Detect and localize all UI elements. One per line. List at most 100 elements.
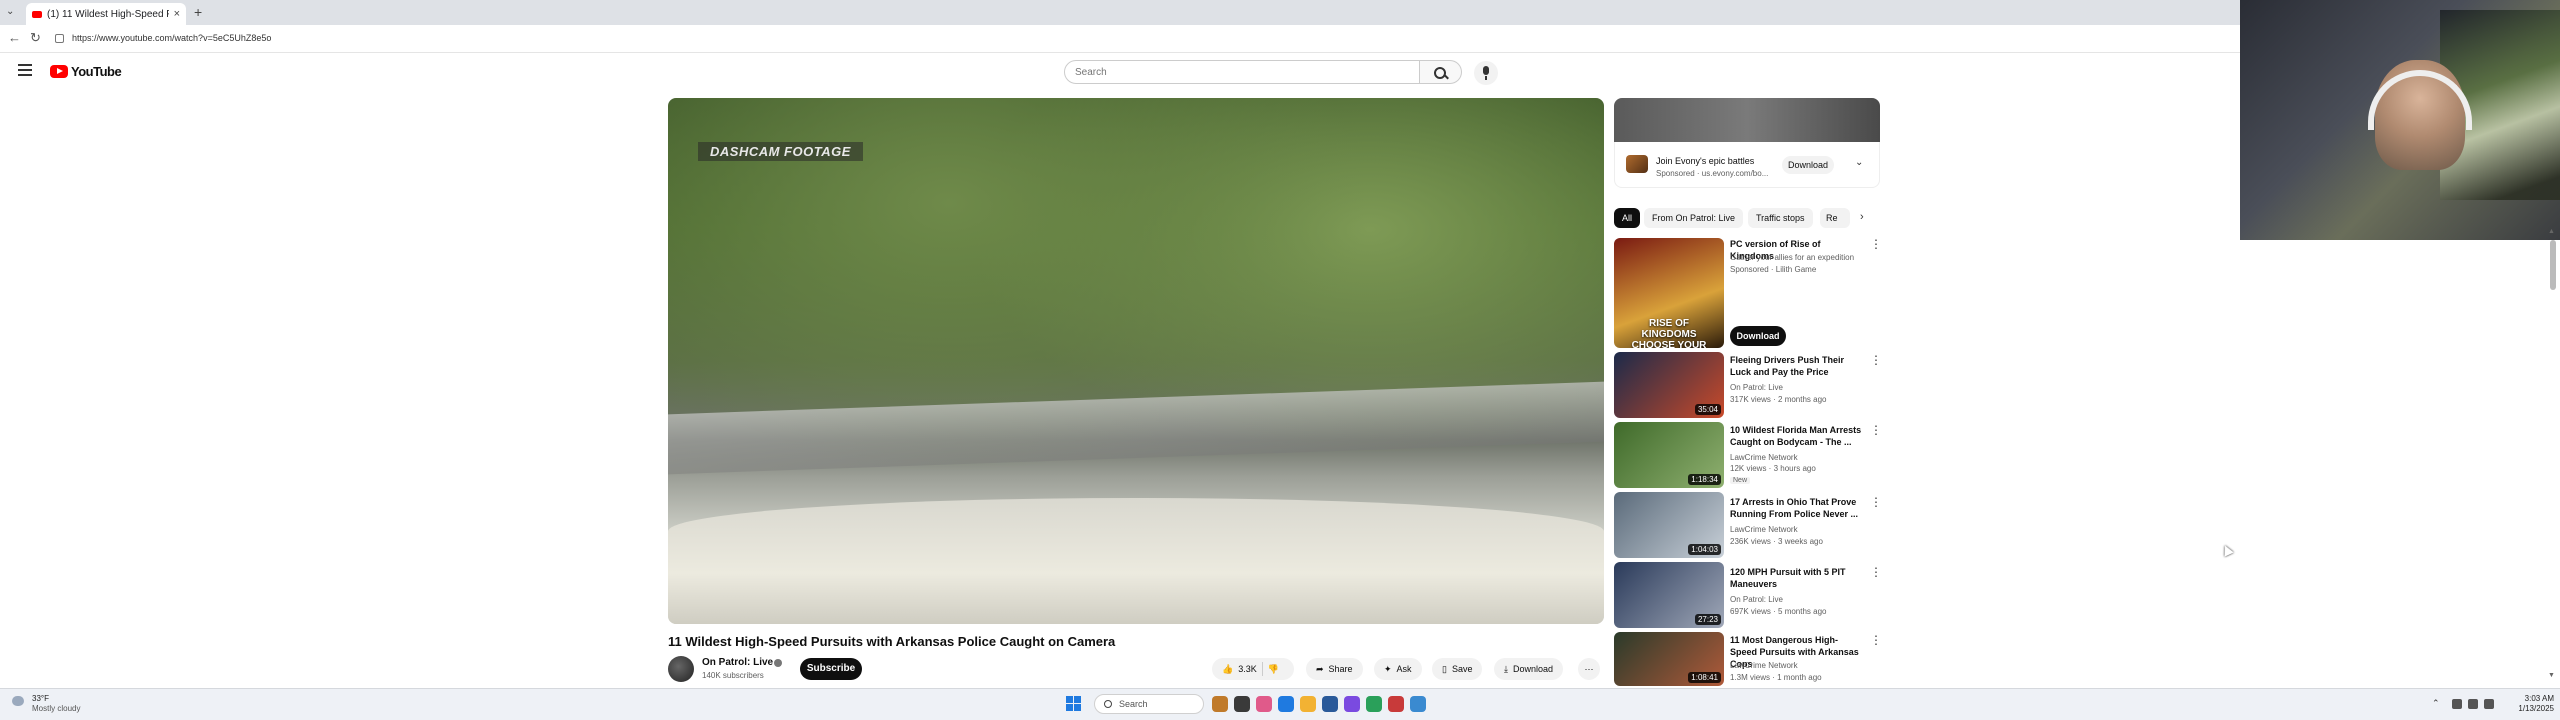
video-overlay-label: DASHCAM FOOTAGE bbox=[698, 142, 863, 161]
windows-start-icon[interactable] bbox=[1066, 696, 1081, 711]
rec-meta: 1.3M views · 1 month ago bbox=[1730, 673, 1822, 682]
ask-button[interactable]: ✦ Ask bbox=[1374, 658, 1422, 680]
rec-thumbnail[interactable]: 1:04:03 bbox=[1614, 492, 1724, 558]
site-info-icon[interactable] bbox=[55, 34, 64, 43]
rec-title[interactable]: 17 Arrests in Ohio That Prove Running Fr… bbox=[1730, 496, 1862, 520]
taskbar-app-icon[interactable] bbox=[1366, 696, 1382, 712]
youtube-logo-text[interactable]: YouTube bbox=[71, 64, 122, 79]
more-vert-icon[interactable]: ⋮ bbox=[1870, 496, 1882, 508]
taskbar-app-icon[interactable] bbox=[1410, 696, 1426, 712]
ad-logo-icon bbox=[1626, 155, 1648, 173]
taskbar-app-icon[interactable] bbox=[1234, 696, 1250, 712]
save-label: Save bbox=[1451, 664, 1473, 674]
rec-title[interactable]: 120 MPH Pursuit with 5 PIT Maneuvers bbox=[1730, 566, 1862, 590]
taskbar-app-icon[interactable] bbox=[1212, 696, 1228, 712]
new-tab-button[interactable]: + bbox=[194, 4, 202, 20]
weather-temperature[interactable]: 33°F bbox=[32, 694, 49, 703]
rec-download-button[interactable]: Download bbox=[1730, 326, 1786, 346]
subscribe-button[interactable]: Subscribe bbox=[800, 658, 862, 680]
scrollbar-thumb[interactable] bbox=[2550, 240, 2556, 290]
rec-channel[interactable]: LawCrime Network bbox=[1730, 524, 1798, 535]
rec-channel[interactable]: On Patrol: Live bbox=[1730, 382, 1783, 393]
weather-description[interactable]: Mostly cloudy bbox=[32, 704, 80, 713]
rec-description: Gather your allies for an expedition bbox=[1730, 253, 1855, 262]
save-button[interactable]: ▯ Save bbox=[1432, 658, 1483, 680]
more-actions-icon[interactable]: ⋯ bbox=[1578, 658, 1600, 680]
tab-list-button[interactable]: ⌄ bbox=[6, 6, 14, 17]
rec-thumbnail[interactable]: 1:18:34 bbox=[1614, 422, 1724, 488]
more-vert-icon[interactable]: ⋮ bbox=[1870, 634, 1882, 646]
rec-thumbnail[interactable]: 1:08:41 bbox=[1614, 632, 1724, 686]
more-vert-icon[interactable]: ⋮ bbox=[1870, 354, 1882, 366]
cloud-icon[interactable] bbox=[12, 696, 24, 706]
ad-download-button[interactable]: Download bbox=[1782, 156, 1834, 174]
hamburger-menu-icon[interactable] bbox=[18, 64, 32, 79]
reload-icon[interactable]: ↻ bbox=[30, 30, 41, 46]
chip-from-channel[interactable]: From On Patrol: Live bbox=[1644, 208, 1744, 228]
search-icon[interactable] bbox=[1420, 60, 1462, 84]
share-button[interactable]: ➦ Share bbox=[1306, 658, 1363, 680]
chevron-right-icon[interactable]: › bbox=[1860, 211, 1864, 223]
rec-duration: 27:23 bbox=[1694, 614, 1721, 625]
browser-tab-active[interactable]: (1) 11 Wildest High-Speed Pu × bbox=[26, 3, 186, 25]
rec-title[interactable]: Fleeing Drivers Push Their Luck and Pay … bbox=[1730, 354, 1862, 378]
rec-meta: 317K views · 2 months ago bbox=[1730, 395, 1827, 404]
scroll-down-arrow-icon[interactable]: ▼ bbox=[2548, 672, 2555, 679]
clock-time[interactable]: 3:03 AM bbox=[2510, 694, 2554, 703]
new-badge: New bbox=[1730, 477, 1751, 484]
download-label: Download bbox=[1512, 664, 1554, 674]
chevron-down-icon[interactable]: ⌄ bbox=[1855, 157, 1863, 168]
rec-thumbnail[interactable]: 27:23 bbox=[1614, 562, 1724, 628]
taskbar-search-input[interactable]: Search bbox=[1094, 694, 1204, 714]
chip-all[interactable]: All bbox=[1614, 208, 1641, 228]
thumbs-down-icon[interactable]: 👎 bbox=[1268, 664, 1279, 675]
like-dislike-group[interactable]: 👍 3.3K 👎 bbox=[1212, 658, 1294, 680]
channel-name[interactable]: On Patrol: Live bbox=[702, 657, 773, 668]
rec-channel[interactable]: LawCrime Network bbox=[1730, 452, 1798, 463]
scroll-up-arrow-icon[interactable]: ▲ bbox=[2548, 228, 2555, 235]
chip-traffic-stops[interactable]: Traffic stops bbox=[1748, 208, 1813, 228]
rec-title[interactable]: 10 Wildest Florida Man Arrests Caught on… bbox=[1730, 424, 1862, 448]
youtube-favicon-icon bbox=[32, 10, 42, 18]
search-input[interactable] bbox=[1064, 60, 1420, 84]
more-vert-icon[interactable]: ⋮ bbox=[1870, 566, 1882, 578]
more-vert-icon[interactable]: ⋮ bbox=[1870, 238, 1882, 250]
thumbs-up-icon[interactable]: 👍 bbox=[1222, 664, 1233, 675]
microphone-icon[interactable] bbox=[1474, 61, 1498, 85]
address-bar bbox=[0, 25, 2240, 53]
more-vert-icon[interactable]: ⋮ bbox=[1870, 424, 1882, 436]
youtube-logo-icon[interactable] bbox=[50, 65, 68, 78]
close-tab-icon[interactable]: × bbox=[174, 8, 180, 20]
channel-avatar[interactable] bbox=[668, 656, 694, 682]
ad-sponsored-label: Sponsored · us.evony.com/bo... bbox=[1656, 169, 1769, 178]
battery-icon[interactable] bbox=[2484, 699, 2494, 709]
rec-thumbnail[interactable]: 35:04 bbox=[1614, 352, 1724, 418]
bookmark-icon: ▯ bbox=[1442, 663, 1447, 674]
rec-thumbnail-sponsored[interactable]: RISE OF KINGDOMS CHOOSE YOUR WAY bbox=[1614, 238, 1724, 348]
download-button[interactable]: ⤓ Download bbox=[1494, 658, 1564, 680]
back-arrow-icon[interactable]: ← bbox=[8, 30, 21, 45]
speaker-icon[interactable] bbox=[2468, 699, 2478, 709]
clock-date[interactable]: 1/13/2025 bbox=[2510, 704, 2554, 713]
ad-banner-image[interactable] bbox=[1614, 98, 1880, 142]
taskbar-app-icon[interactable] bbox=[1322, 696, 1338, 712]
rec-channel[interactable]: LawCrime Network bbox=[1730, 660, 1798, 671]
video-title: 11 Wildest High-Speed Pursuits with Arka… bbox=[668, 634, 1116, 649]
chip-truncated[interactable]: Re bbox=[1820, 208, 1850, 228]
taskbar-app-icon[interactable] bbox=[1256, 696, 1272, 712]
url-field[interactable]: https://www.youtube.com/watch?v=5eC5UhZ8… bbox=[72, 33, 271, 43]
tray-overflow-icon[interactable]: ⌃ bbox=[2432, 698, 2440, 709]
taskbar-app-icon[interactable] bbox=[1278, 696, 1294, 712]
rec-thumbnail-text: RISE OF KINGDOMS CHOOSE YOUR WAY bbox=[1631, 318, 1707, 348]
sparkle-icon: ✦ bbox=[1384, 663, 1392, 674]
taskbar-app-icon[interactable] bbox=[1344, 696, 1360, 712]
network-icon[interactable] bbox=[2452, 699, 2462, 709]
mouse-cursor-icon bbox=[2220, 543, 2234, 557]
video-player[interactable]: DASHCAM FOOTAGE bbox=[668, 98, 1604, 624]
taskbar-app-icon[interactable] bbox=[1300, 696, 1316, 712]
taskbar-app-icon[interactable] bbox=[1388, 696, 1404, 712]
rec-sponsored: Sponsored · Lilith Game bbox=[1730, 265, 1817, 274]
rec-channel[interactable]: On Patrol: Live bbox=[1730, 594, 1783, 605]
video-frame-guardrail bbox=[668, 381, 1604, 475]
ad-headline[interactable]: Join Evony's epic battles bbox=[1656, 156, 1754, 166]
